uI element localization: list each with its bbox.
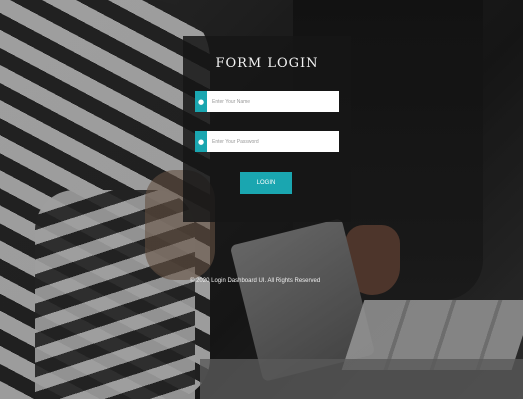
username-field: ●: [195, 91, 339, 112]
user-icon: ●: [195, 91, 207, 112]
form-title: FORM LOGIN: [215, 56, 319, 71]
login-panel: FORM LOGIN ● ● LOGIN: [183, 36, 351, 222]
lock-icon: ●: [195, 131, 207, 152]
login-button[interactable]: LOGIN: [240, 172, 292, 194]
password-field: ●: [195, 131, 339, 152]
copyright-text: © 2020 Login Dashboard UI. All Rights Re…: [190, 278, 321, 284]
password-input[interactable]: [207, 131, 339, 152]
username-input[interactable]: [207, 91, 339, 112]
